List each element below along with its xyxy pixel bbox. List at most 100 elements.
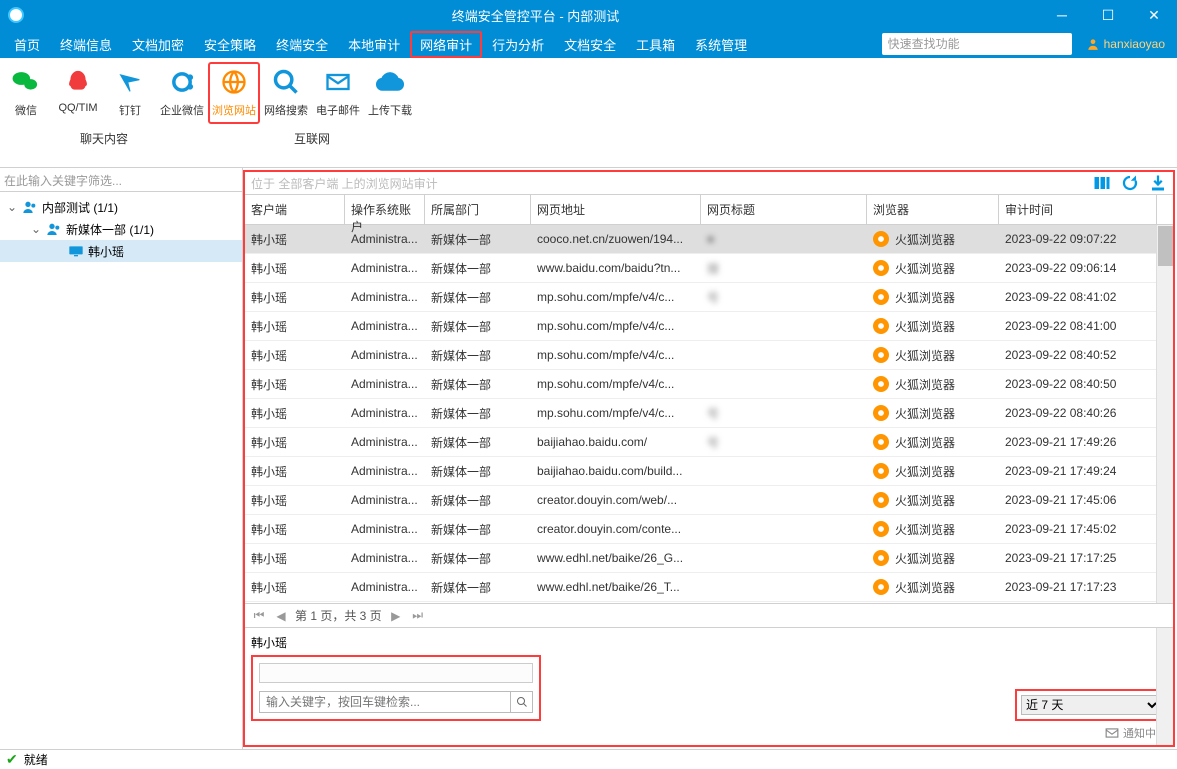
table-row[interactable]: 韩小瑶Administra...新媒体一部mp.sohu.com/mpfe/v4… [245, 312, 1173, 341]
table-row[interactable]: 韩小瑶Administra...新媒体一部mp.sohu.com/mpfe/v4… [245, 370, 1173, 399]
org-tree: ⌄ 内部测试 (1/1) ⌄ 新媒体一部 (1/1) 韩小瑶 [0, 192, 242, 266]
close-button[interactable]: ✕ [1131, 0, 1177, 30]
menu-item-3[interactable]: 安全策略 [194, 31, 266, 58]
user-badge[interactable]: hanxiaoyao [1078, 37, 1173, 51]
table-row[interactable]: 韩小瑶Administra...新媒体一部creator.douyin.com/… [245, 515, 1173, 544]
tree-root[interactable]: ⌄ 内部测试 (1/1) [0, 196, 242, 218]
search-icon [516, 696, 528, 708]
firefox-icon [873, 492, 889, 508]
firefox-icon [873, 318, 889, 334]
chevron-down-icon[interactable]: ⌄ [6, 200, 18, 214]
detail-scrollbar[interactable] [1156, 628, 1173, 745]
status-text: 就绪 [24, 751, 48, 768]
menu-item-4[interactable]: 终端安全 [266, 31, 338, 58]
export-icon[interactable] [1149, 174, 1167, 192]
table-row[interactable]: 韩小瑶Administra...新媒体一部www.baidu.com/baidu… [245, 254, 1173, 283]
first-page-button[interactable]: ⏮ [251, 608, 267, 623]
detail-field[interactable] [259, 663, 533, 683]
user-icon [1086, 37, 1100, 51]
menu-item-2[interactable]: 文档加密 [122, 31, 194, 58]
maximize-button[interactable]: ☐ [1085, 0, 1131, 30]
ribbon: 微信QQ/TIM钉钉企业微信 聊天内容 浏览网站网络搜索电子邮件上传下载 互联网 [0, 58, 1177, 168]
check-icon: ✔ [6, 751, 18, 768]
title-bar: 终端安全管控平台 - 内部测试 ─ ☐ ✕ [0, 0, 1177, 30]
menu-bar: 首页终端信息文档加密安全策略终端安全本地审计网络审计行为分析文档安全工具箱系统管… [0, 30, 1177, 58]
col-dept[interactable]: 所属部门 [425, 195, 531, 224]
detail-client-name: 韩小瑶 [251, 632, 1167, 655]
ribbon-button[interactable]: 微信 [0, 62, 52, 124]
table-row[interactable]: 韩小瑶Administra...新媒体一部cooco.net.cn/zuowen… [245, 225, 1173, 254]
ribbon-icon [324, 68, 352, 96]
grid-scrollbar[interactable] [1156, 225, 1173, 603]
firefox-icon [873, 521, 889, 537]
detail-search-box [251, 655, 541, 721]
table-row[interactable]: 韩小瑶Administra...新媒体一部mp.sohu.com/mpfe/v4… [245, 283, 1173, 312]
refresh-icon[interactable] [1121, 174, 1139, 192]
tree-filter-input[interactable]: 在此输入关键字筛选... [0, 168, 242, 192]
col-client[interactable]: 客户端 [245, 195, 345, 224]
ribbon-button[interactable]: 上传下载 [364, 62, 416, 124]
detail-panel: 韩小瑶 近 7 天 通知中心 [245, 627, 1173, 745]
firefox-icon [873, 579, 889, 595]
table-row[interactable]: 韩小瑶Administra...新媒体一部creator.douyin.com/… [245, 486, 1173, 515]
table-row[interactable]: 韩小瑶Administra...新媒体一部www.edhl.net/baike/… [245, 544, 1173, 573]
prev-page-button[interactable]: ◀ [273, 609, 289, 623]
group-icon [22, 199, 38, 215]
col-title[interactable]: 网页标题 [701, 195, 867, 224]
minimize-button[interactable]: ─ [1039, 0, 1085, 30]
table-row[interactable]: 韩小瑶Administra...新媒体一部baijiahao.baidu.com… [245, 457, 1173, 486]
global-search-input[interactable]: 快速查找功能 [882, 33, 1072, 55]
ribbon-button[interactable]: 企业微信 [156, 62, 208, 124]
menu-item-9[interactable]: 工具箱 [626, 31, 685, 58]
mail-icon [1105, 727, 1119, 739]
ribbon-button[interactable]: 电子邮件 [312, 62, 364, 124]
ribbon-button[interactable]: QQ/TIM [52, 62, 104, 124]
window-title: 终端安全管控平台 - 内部测试 [32, 6, 1039, 25]
firefox-icon [873, 550, 889, 566]
pager: ⏮ ◀ 第 1 页，共 3 页 ▶ ⏭ [245, 603, 1173, 627]
tree-dept[interactable]: ⌄ 新媒体一部 (1/1) [0, 218, 242, 240]
col-url[interactable]: 网页地址 [531, 195, 701, 224]
ribbon-button[interactable]: 网络搜索 [260, 62, 312, 124]
menu-item-0[interactable]: 首页 [4, 31, 50, 58]
ribbon-icon [376, 68, 404, 96]
ribbon-group-internet: 浏览网站网络搜索电子邮件上传下载 互联网 [208, 62, 416, 167]
menu-item-5[interactable]: 本地审计 [338, 31, 410, 58]
status-bar: ✔ 就绪 [0, 749, 1177, 769]
ribbon-button[interactable]: 钉钉 [104, 62, 156, 124]
ribbon-button[interactable]: 浏览网站 [208, 62, 260, 124]
table-row[interactable]: 韩小瑶Administra...新媒体一部mp.sohu.com/mpfe/v4… [245, 341, 1173, 370]
ribbon-icon [220, 68, 248, 96]
table-row[interactable]: 韩小瑶Administra...新媒体一部www.edhl.net/baike/… [245, 573, 1173, 602]
firefox-icon [873, 434, 889, 450]
firefox-icon [873, 405, 889, 421]
firefox-icon [873, 376, 889, 392]
menu-item-1[interactable]: 终端信息 [50, 31, 122, 58]
menu-item-10[interactable]: 系统管理 [685, 31, 757, 58]
table-row[interactable]: 韩小瑶Administra...新媒体一部mp.sohu.com/mpfe/v4… [245, 399, 1173, 428]
group-icon [46, 221, 62, 237]
ribbon-group-chat: 微信QQ/TIM钉钉企业微信 聊天内容 [0, 62, 208, 167]
next-page-button[interactable]: ▶ [388, 609, 404, 623]
tree-user[interactable]: 韩小瑶 [0, 240, 242, 262]
grid-header: 客户端 操作系统账户 所属部门 网页地址 网页标题 浏览器 审计时间 [245, 195, 1173, 225]
menu-item-6[interactable]: 网络审计 [410, 31, 482, 58]
col-account[interactable]: 操作系统账户 [345, 195, 425, 224]
table-row[interactable]: 韩小瑶Administra...新媒体一部baijiahao.baidu.com… [245, 428, 1173, 457]
keyword-search-input[interactable] [259, 691, 511, 713]
breadcrumb: 位于 全部客户端 上的浏览网站审计 [251, 175, 438, 192]
keyword-search-button[interactable] [511, 691, 533, 713]
date-range-select[interactable]: 近 7 天 [1021, 695, 1161, 715]
column-settings-icon[interactable] [1093, 174, 1111, 192]
firefox-icon [873, 463, 889, 479]
col-time[interactable]: 审计时间 [999, 195, 1157, 224]
col-browser[interactable]: 浏览器 [867, 195, 999, 224]
last-page-button[interactable]: ⏭ [410, 608, 426, 623]
menu-item-8[interactable]: 文档安全 [554, 31, 626, 58]
tree-panel: 在此输入关键字筛选... ⌄ 内部测试 (1/1) ⌄ 新媒体一部 (1/1) … [0, 168, 243, 749]
ribbon-icon [116, 68, 144, 96]
firefox-icon [873, 347, 889, 363]
chevron-down-icon[interactable]: ⌄ [30, 222, 42, 236]
menu-item-7[interactable]: 行为分析 [482, 31, 554, 58]
ribbon-icon [168, 68, 196, 96]
